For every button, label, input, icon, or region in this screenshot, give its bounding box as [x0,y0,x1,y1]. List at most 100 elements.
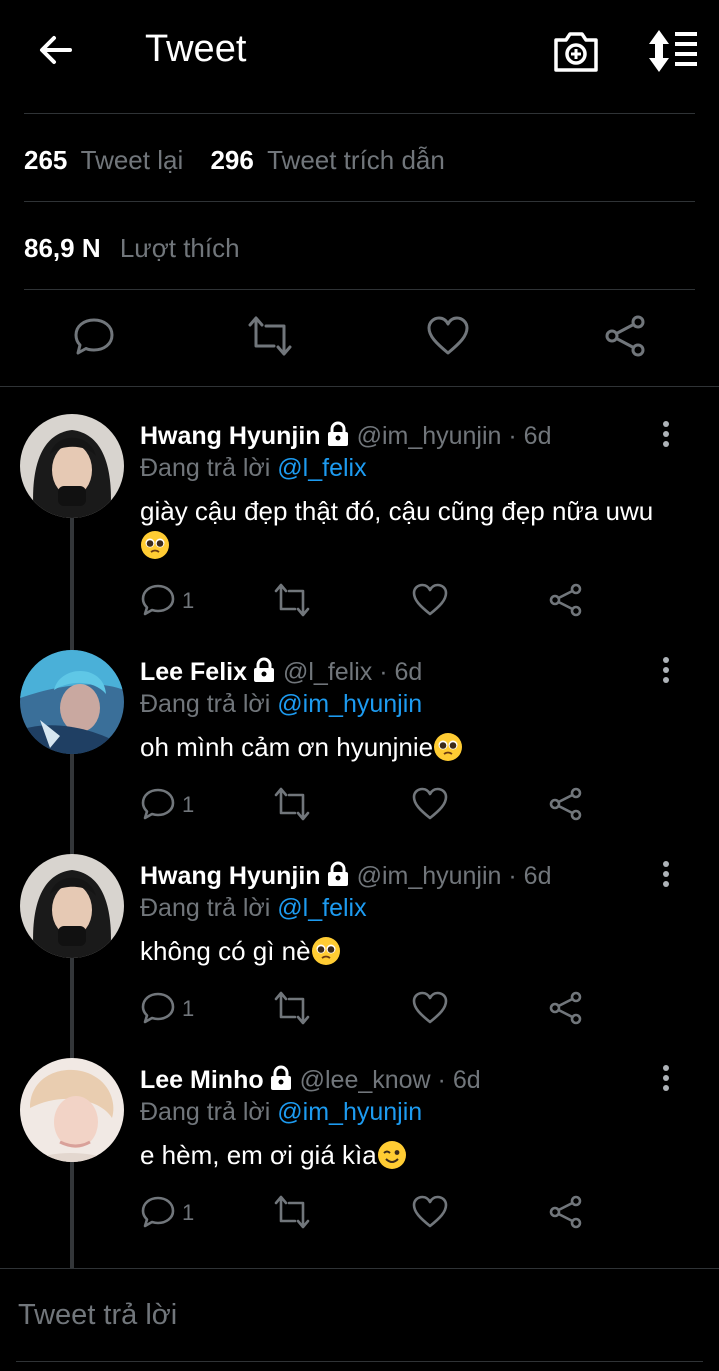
more-options-icon[interactable] [656,420,676,450]
mention-link[interactable]: @im_hyunjin [277,1098,422,1126]
replying-to: Đang trả lời @im_hyunjin [140,1098,422,1127]
top-bar: Tweet [0,0,719,104]
retweet-label: Tweet lại [80,145,184,175]
winking-face-emoji [377,1141,406,1169]
input-underline [16,1361,703,1362]
replying-label: Đang trả lời [140,454,271,482]
reply-icon[interactable] [140,786,176,822]
tweet-actions [0,300,719,376]
like-icon[interactable] [412,990,448,1026]
like-icon[interactable] [412,582,448,618]
like-icon[interactable] [412,786,448,822]
camera-plus-icon[interactable] [552,28,600,74]
reply-author[interactable]: Hwang Hyunjin @im_hyunjin · 6d [140,421,551,451]
avatar[interactable] [20,854,124,958]
divider [24,113,695,114]
replying-label: Đang trả lời [140,690,271,718]
replying-to: Đang trả lời @im_hyunjin [140,690,422,719]
retweet-icon[interactable] [274,582,310,618]
reply-count: 1 [182,1200,195,1225]
replying-label: Đang trả lời [140,1098,271,1126]
sort-icon[interactable] [645,28,699,74]
replying-to: Đang trả lời @l_felix [140,894,367,923]
thread-line [70,518,74,652]
pleading-face-emoji [311,937,340,965]
reply-text-content: không có gì nè [140,936,311,966]
reply-actions: 1 [140,786,600,826]
lock-icon [327,421,348,446]
reply-author[interactable]: Hwang Hyunjin @im_hyunjin · 6d [140,861,551,891]
reply-count: 1 [182,996,195,1021]
lock-icon [270,1065,291,1090]
reply-icon[interactable] [140,990,176,1026]
reply-input[interactable]: Tweet trả lời [18,1299,177,1332]
retweet-icon[interactable] [274,1194,310,1230]
retweet-count: 265 [24,145,68,175]
reply-text: giày cậu đẹp thật đó, cậu cũng đẹp nữa u… [140,494,670,562]
share-icon[interactable] [548,1194,584,1230]
replying-to: Đang trả lời @l_felix [140,454,367,483]
like-stats[interactable]: 86,9 N Lượt thích [24,233,240,264]
display-name: Hwang Hyunjin [140,422,321,450]
avatar[interactable] [20,414,124,518]
divider [24,201,695,202]
reply-author[interactable]: Lee Minho @lee_know · 6d [140,1065,481,1095]
avatar[interactable] [20,650,124,754]
reply-count: 1 [182,792,195,817]
more-options-icon[interactable] [656,1064,676,1094]
reply-icon[interactable] [72,314,116,358]
mention-link[interactable]: @im_hyunjin [277,690,422,718]
thread-line [70,958,74,1060]
reply-text-content: oh mình cảm ơn hyunjnie [140,732,434,762]
replying-label: Đang trả lời [140,894,271,922]
divider [24,289,695,290]
reply-text-content: e hèm, em ơi giá kìa [140,1140,377,1170]
retweet-icon[interactable] [274,990,310,1026]
avatar[interactable] [20,1058,124,1162]
share-icon[interactable] [604,314,648,358]
pleading-face-emoji [434,733,463,761]
display-name: Lee Minho [140,1066,264,1094]
reply-actions: 1 [140,582,600,622]
display-name: Hwang Hyunjin [140,862,321,890]
like-icon[interactable] [412,1194,448,1230]
divider [0,386,719,387]
handle-time: @im_hyunjin · 6d [356,422,552,450]
lock-icon [327,861,348,886]
reply-actions: 1 [140,990,600,1030]
thread-line [70,1162,74,1268]
like-count: 86,9 N [24,233,101,263]
like-label: Lượt thích [119,233,240,263]
retweet-icon[interactable] [274,786,310,822]
reply-icon[interactable] [140,582,176,618]
lock-icon [254,657,274,682]
share-icon[interactable] [548,990,584,1026]
mention-link[interactable]: @l_felix [277,894,366,922]
reply-compose-bar[interactable]: Tweet trả lời [0,1268,719,1371]
reply-author[interactable]: Lee Felix @l_felix · 6d [140,657,422,687]
page-title: Tweet [145,28,247,70]
reply-text: e hèm, em ơi giá kìa [140,1138,670,1172]
retweet-icon[interactable] [248,314,292,358]
reply-count: 1 [182,588,195,613]
reply-icon[interactable] [140,1194,176,1230]
display-name: Lee Felix [140,658,247,686]
arrow-left-icon[interactable] [36,30,76,70]
like-icon[interactable] [426,314,470,358]
handle-time: @lee_know · 6d [299,1066,481,1094]
share-icon[interactable] [548,786,584,822]
more-options-icon[interactable] [656,860,676,890]
handle-time: @l_felix · 6d [283,658,423,686]
reply-text-content: giày cậu đẹp thật đó, cậu cũng đẹp nữa u… [140,496,654,526]
reply-actions: 1 [140,1194,600,1234]
reply-text: không có gì nè [140,934,670,968]
thread-line [70,754,74,856]
mention-link[interactable]: @l_felix [277,454,366,482]
handle-time: @im_hyunjin · 6d [356,862,552,890]
retweet-stats[interactable]: 265 Tweet lại 296 Tweet trích dẫn [24,145,445,176]
more-options-icon[interactable] [656,656,676,686]
reply-text: oh mình cảm ơn hyunjnie [140,730,670,764]
quote-label: Tweet trích dẫn [267,145,445,175]
share-icon[interactable] [548,582,584,618]
pleading-face-emoji [141,531,169,559]
